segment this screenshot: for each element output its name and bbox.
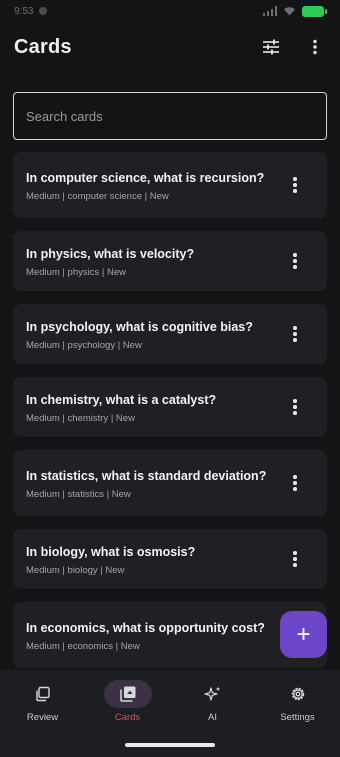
search-input[interactable] bbox=[26, 108, 314, 124]
status-left: 9:53 bbox=[14, 5, 48, 17]
card-question: In biology, what is osmosis? bbox=[26, 544, 196, 559]
card-item[interactable]: In chemistry, what is a catalyst? Medium… bbox=[13, 377, 327, 437]
signal-icon bbox=[263, 6, 277, 16]
nav-icon-wrap bbox=[189, 680, 237, 708]
nav-item-settings[interactable]: Settings bbox=[258, 680, 338, 757]
nav-item-review[interactable]: Review bbox=[3, 680, 83, 757]
card-item[interactable]: In statistics, what is standard deviatio… bbox=[13, 450, 327, 516]
more-vert-icon bbox=[313, 39, 317, 55]
card-question: In chemistry, what is a catalyst? bbox=[26, 392, 217, 407]
overflow-menu-button[interactable] bbox=[304, 36, 326, 58]
card-meta: Medium | physics | New bbox=[26, 266, 126, 278]
nav-label-ai: AI bbox=[208, 712, 217, 723]
card-question: In computer science, what is recursion? bbox=[26, 170, 265, 185]
card-meta: Medium | chemistry | New bbox=[26, 412, 135, 424]
search-field[interactable] bbox=[13, 92, 327, 140]
add-icon: + bbox=[296, 620, 311, 648]
card-more-button[interactable] bbox=[289, 324, 301, 344]
review-icon bbox=[35, 686, 50, 702]
ai-sparkle-icon bbox=[203, 686, 220, 701]
nav-label-settings: Settings bbox=[280, 712, 315, 723]
card-more-button[interactable] bbox=[289, 473, 301, 493]
card-meta: Medium | statistics | New bbox=[26, 488, 131, 500]
add-card-button[interactable]: + bbox=[280, 611, 327, 658]
nav-icon-wrap bbox=[19, 680, 67, 708]
filter-button[interactable] bbox=[260, 36, 282, 58]
nav-label-review: Review bbox=[26, 712, 59, 723]
nav-label-cards: Cards bbox=[114, 712, 141, 723]
card-question: In statistics, what is standard deviatio… bbox=[26, 468, 267, 483]
card-item[interactable]: In computer science, what is recursion? … bbox=[13, 152, 327, 218]
page-title: Cards bbox=[14, 35, 72, 58]
battery-icon bbox=[302, 5, 327, 17]
card-meta: Medium | economics | New bbox=[26, 640, 140, 652]
wifi-icon bbox=[284, 7, 295, 16]
card-meta: Medium | biology | New bbox=[26, 564, 125, 576]
card-meta: Medium | psychology | New bbox=[26, 339, 142, 351]
card-more-button[interactable] bbox=[289, 397, 301, 417]
tune-icon bbox=[263, 39, 279, 55]
cards-icon bbox=[119, 686, 135, 702]
card-question: In physics, what is velocity? bbox=[26, 246, 195, 261]
status-bar: 9:53 bbox=[0, 0, 340, 22]
status-time: 9:53 bbox=[14, 5, 34, 17]
notification-dot-icon bbox=[39, 7, 48, 15]
status-right bbox=[263, 5, 327, 17]
header-actions bbox=[260, 36, 326, 58]
card-more-button[interactable] bbox=[289, 549, 301, 569]
nav-icon-wrap bbox=[103, 680, 152, 708]
gear-icon bbox=[291, 687, 304, 701]
card-more-button[interactable] bbox=[289, 175, 301, 195]
card-item[interactable]: In physics, what is velocity? Medium | p… bbox=[13, 231, 327, 291]
card-meta: Medium | computer science | New bbox=[26, 190, 169, 202]
home-indicator bbox=[125, 743, 215, 747]
card-question: In economics, what is opportunity cost? bbox=[26, 620, 265, 635]
card-item[interactable]: In biology, what is osmosis? Medium | bi… bbox=[13, 529, 327, 589]
card-more-button[interactable] bbox=[289, 251, 301, 271]
nav-icon-wrap bbox=[274, 680, 322, 708]
app-header: Cards bbox=[0, 22, 340, 72]
card-item[interactable]: In psychology, what is cognitive bias? M… bbox=[13, 304, 327, 364]
card-question: In psychology, what is cognitive bias? bbox=[26, 319, 253, 334]
